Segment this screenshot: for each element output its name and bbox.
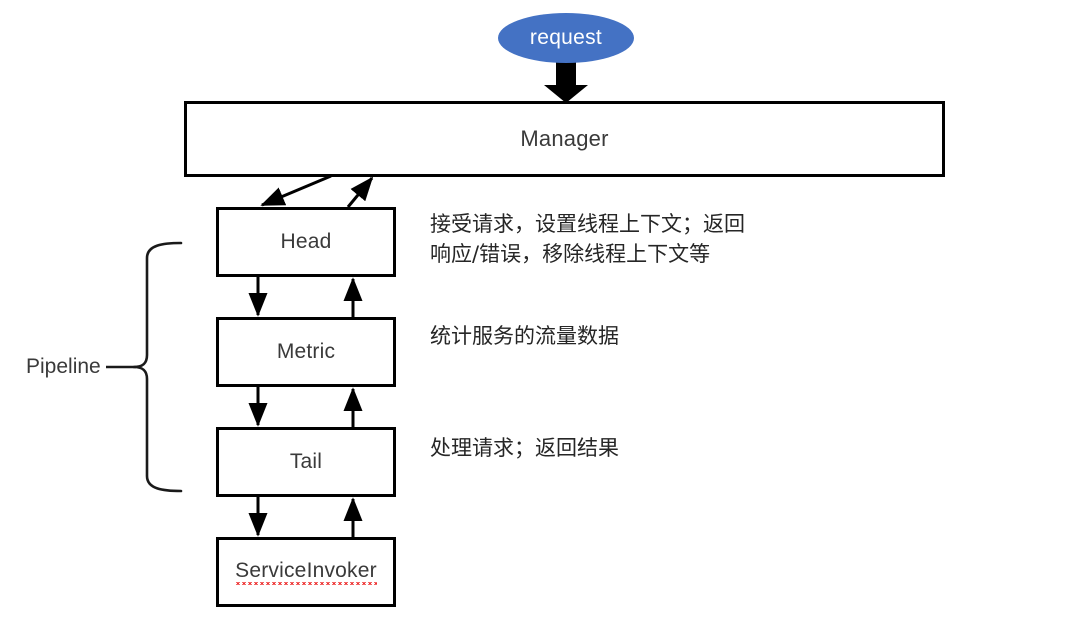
tail-annotation: 处理请求；返回结果	[430, 436, 619, 460]
head-node[interactable]: Head	[216, 207, 396, 277]
serviceinvoker-node-label: ServiceInvoker	[235, 559, 377, 585]
manager-node-label: Manager	[520, 126, 609, 151]
request-to-manager-arrow	[544, 62, 588, 103]
pipeline-label: Pipeline	[26, 355, 101, 379]
connector-layer	[106, 62, 588, 537]
tail-node[interactable]: Tail	[216, 427, 396, 497]
head-node-label: Head	[280, 230, 332, 253]
metric-node-label: Metric	[276, 340, 336, 363]
metric-node[interactable]: Metric	[216, 317, 396, 387]
serviceinvoker-node[interactable]: ServiceInvoker	[216, 537, 396, 607]
head-to-manager-arrow	[346, 176, 374, 208]
head-annotation: 接受请求，设置线程上下文；返回 响应/错误，移除线程上下文等	[430, 212, 745, 266]
manager-node[interactable]: Manager	[184, 101, 945, 177]
diagram-canvas: request Manager Head Metric Tail Service…	[0, 0, 1080, 629]
manager-to-head-arrow	[260, 174, 332, 207]
metric-annotation: 统计服务的流量数据	[430, 324, 619, 348]
request-node-label: request	[529, 26, 603, 49]
pipeline-brace	[132, 241, 183, 493]
request-node[interactable]: request	[498, 13, 634, 63]
pipeline-label-text: Pipeline	[26, 355, 101, 378]
tail-node-label: Tail	[289, 450, 323, 473]
